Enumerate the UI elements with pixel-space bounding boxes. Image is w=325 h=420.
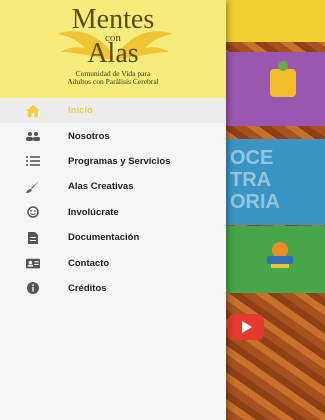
background-card-gift[interactable] — [216, 52, 325, 126]
menu-item-label: Créditos — [68, 282, 107, 294]
menu-item-contacto[interactable]: Contacto — [0, 250, 226, 275]
menu-item-nosotros[interactable]: Nosotros — [0, 123, 226, 148]
list-icon — [26, 155, 40, 167]
drawer-header: Mentes con Alas Comunidad de Vida para A… — [0, 0, 226, 98]
brush-icon — [26, 180, 40, 193]
contact-card-icon — [26, 257, 40, 269]
document-icon — [26, 231, 40, 244]
logo-text-alas: Alas — [87, 38, 139, 69]
background-card-text: OCE TRA ORIA — [230, 147, 280, 213]
menu-item-inicio[interactable]: Inicio — [0, 98, 226, 124]
menu-item-label: Programas y Servicios — [68, 155, 171, 167]
home-icon — [26, 104, 40, 117]
menu-item-programas[interactable]: Programas y Servicios — [0, 149, 226, 174]
background-card-story[interactable]: OCE TRA ORIA — [216, 139, 325, 225]
menu-item-creditos[interactable]: Créditos — [0, 276, 226, 301]
menu-item-label: Nosotros — [68, 130, 110, 142]
donation-icon — [267, 242, 293, 268]
info-icon — [26, 282, 40, 295]
menu-item-alas-creativas[interactable]: Alas Creativas — [0, 174, 226, 199]
youtube-icon[interactable] — [228, 314, 264, 340]
smile-face-icon — [26, 206, 40, 218]
menu-item-label: Involúcrate — [68, 206, 119, 218]
gift-icon — [270, 61, 296, 97]
menu-item-documentacion[interactable]: Documentación — [0, 225, 226, 250]
background-card-donate[interactable] — [216, 226, 325, 293]
menu-item-label: Contacto — [68, 257, 110, 269]
mentes-con-alas-logo: Mentes con Alas Comunidad de Vida para A… — [0, 0, 226, 98]
navigation-drawer: Mentes con Alas Comunidad de Vida para A… — [0, 0, 226, 420]
menu-item-label: Alas Creativas — [68, 181, 134, 193]
people-icon — [26, 130, 40, 142]
logo-tagline: Comunidad de Vida para Adultos con Parál… — [67, 69, 159, 86]
menu-item-label: Documentación — [68, 232, 140, 244]
menu-item-label: Inicio — [68, 105, 93, 117]
menu-item-involucrate[interactable]: Involúcrate — [0, 200, 226, 225]
drawer-menu: Inicio Nosotros Programas y Servicios Al… — [0, 98, 226, 301]
